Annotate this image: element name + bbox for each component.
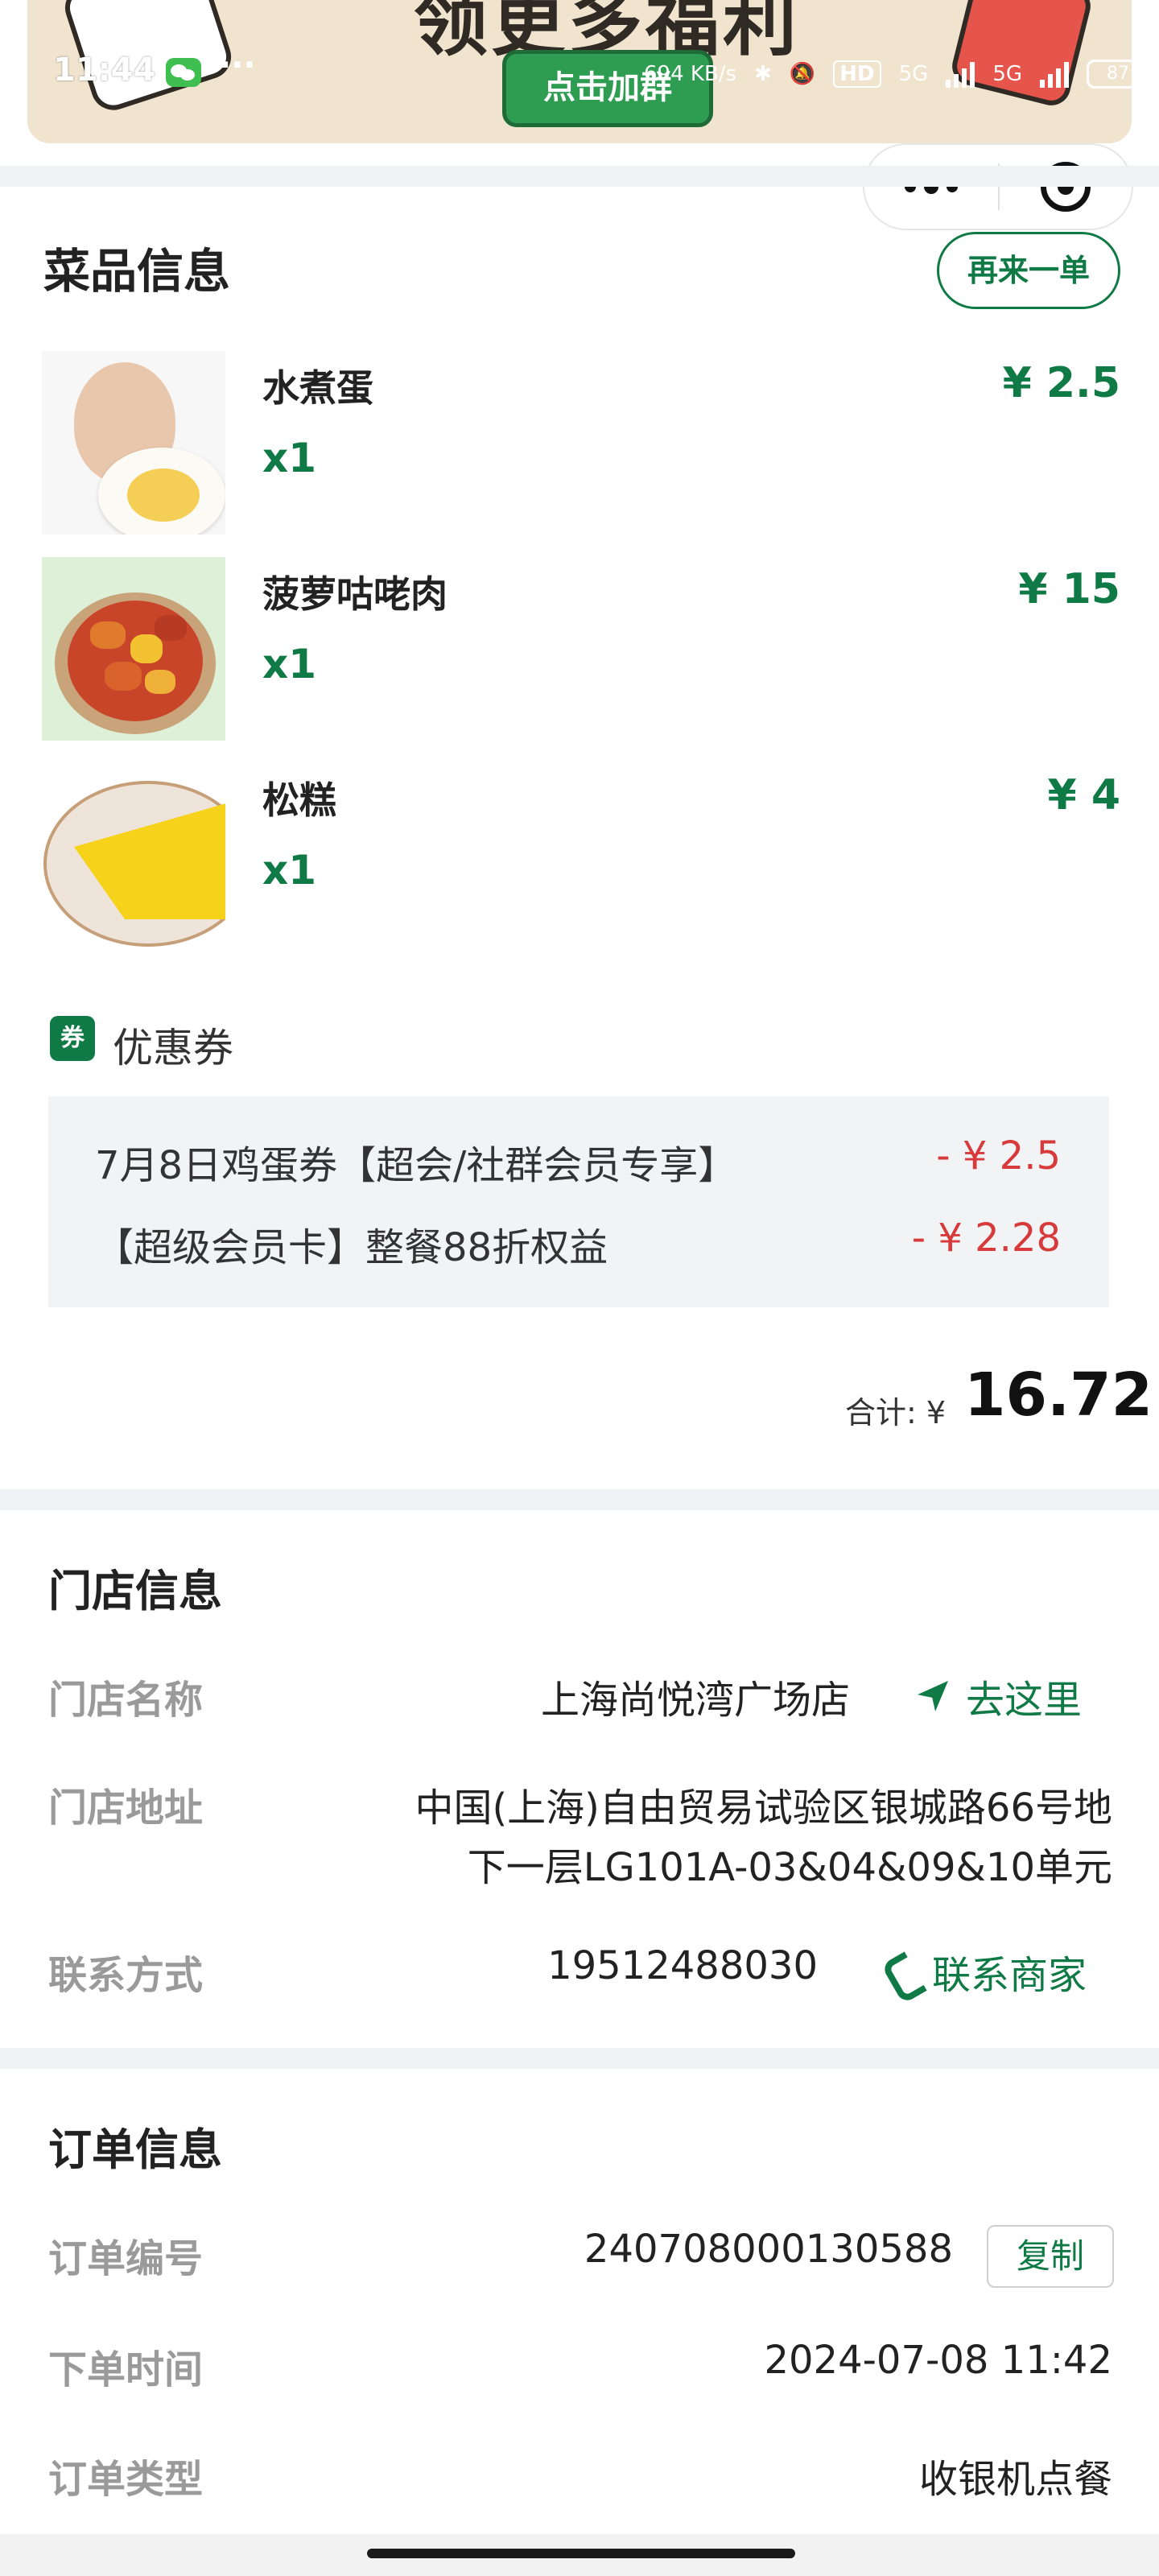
copy-order-number-button[interactable]: 复制	[987, 2225, 1114, 2288]
status-indicators: 694 KB/s ✱ 🔕 HD 5G 5G 87	[644, 50, 1150, 98]
home-indicator[interactable]	[367, 2549, 795, 2558]
coupon-amount: - ¥ 2.28	[911, 1216, 1061, 1261]
section-divider	[0, 166, 1159, 187]
navigation-arrow-icon	[918, 1681, 948, 1711]
phone-icon	[887, 1955, 914, 1988]
store-address-label: 门店地址	[48, 1785, 204, 1831]
hd-badge: HD	[833, 60, 881, 88]
dish-image-egg	[42, 351, 225, 535]
store-name-label: 门店名称	[48, 1678, 204, 1723]
dish-item: 松糕 x1 ¥ 4	[42, 763, 1120, 948]
coupon-icon: 券	[50, 1016, 95, 1061]
coupon-name: 【超级会员卡】整餐88折权益	[95, 1225, 608, 1270]
store-address-line1: 中国(上海)自由贸易试验区银城路66号地	[415, 1785, 1112, 1831]
battery-icon: 87	[1087, 60, 1150, 89]
store-phone: 19512488030	[547, 1943, 818, 1988]
status-time: 11:44	[53, 52, 156, 89]
net-speed: 694 KB/s	[644, 62, 737, 86]
store-name: 上海尚悦湾广场店	[540, 1678, 850, 1723]
contact-label: 联系方式	[48, 1953, 204, 1998]
miniprogram-capsule	[863, 143, 1133, 230]
store-address-line2: 下一层LG101A-03&04&09&10单元	[467, 1845, 1112, 1890]
navigate-link[interactable]: 去这里	[918, 1668, 1082, 1724]
total-value: 16.72	[964, 1360, 1153, 1430]
dish-item: 水煮蛋 x1 ¥ 2.5	[42, 351, 1120, 536]
dish-name: 菠萝咕咾肉	[262, 572, 448, 616]
signal-5g-label-2: 5G	[992, 62, 1023, 86]
dish-qty: x1	[262, 847, 317, 894]
store-title: 门店信息	[48, 1566, 222, 1616]
contact-merchant-label: 联系商家	[932, 1953, 1087, 1998]
dish-price: ¥ 15	[1018, 565, 1120, 613]
status-more: ···	[219, 47, 256, 84]
order-number-label: 订单编号	[48, 2236, 204, 2281]
coupon-amount: - ¥ 2.5	[936, 1133, 1061, 1179]
contact-merchant-link[interactable]: 联系商家	[887, 1943, 1087, 2000]
order-number: 240708000130588	[584, 2227, 953, 2272]
order-type: 收银机点餐	[918, 2457, 1112, 2502]
dish-image-pork	[42, 557, 225, 741]
order-time-label: 下单时间	[48, 2347, 204, 2392]
dish-item: 菠萝咕咾肉 x1 ¥ 15	[42, 557, 1120, 742]
coupon-list: 7月8日鸡蛋券【超会/社群会员专享】 - ¥ 2.5 【超级会员卡】整餐88折权…	[48, 1096, 1109, 1307]
order-type-label: 订单类型	[48, 2457, 204, 2502]
signal-icon	[946, 60, 975, 88]
section-divider	[0, 2048, 1159, 2069]
dish-price: ¥ 4	[1047, 771, 1120, 819]
coupon-row: 【超级会员卡】整餐88折权益 - ¥ 2.28	[95, 1216, 1061, 1272]
order-title: 订单信息	[48, 2124, 222, 2175]
reorder-button[interactable]: 再来一单	[937, 232, 1120, 309]
dish-name: 松糕	[262, 778, 336, 822]
dish-qty: x1	[262, 641, 317, 687]
dish-price: ¥ 2.5	[1002, 359, 1120, 407]
coupon-name: 7月8日鸡蛋券【超会/社群会员专享】	[95, 1143, 737, 1188]
total-label: 合计: ¥	[845, 1395, 947, 1430]
bluetooth-icon: ✱	[754, 62, 772, 86]
section-divider	[0, 1489, 1159, 1510]
more-options-icon[interactable]	[864, 145, 998, 229]
coupon-row: 7月8日鸡蛋券【超会/社群会员专享】 - ¥ 2.5	[95, 1133, 1061, 1190]
wechat-icon	[166, 58, 201, 87]
signal-5g-label: 5G	[898, 62, 929, 86]
dishes-title: 菜品信息	[43, 244, 231, 299]
dish-name: 水煮蛋	[262, 366, 373, 410]
mute-icon: 🔕	[789, 62, 816, 86]
order-time: 2024-07-08 11:42	[764, 2338, 1112, 2383]
coupon-title: 优惠券	[113, 1025, 233, 1071]
dish-qty: x1	[262, 435, 317, 481]
dish-image-cake	[42, 763, 225, 947]
navigate-label: 去这里	[966, 1678, 1083, 1723]
signal-icon-2	[1040, 60, 1070, 88]
